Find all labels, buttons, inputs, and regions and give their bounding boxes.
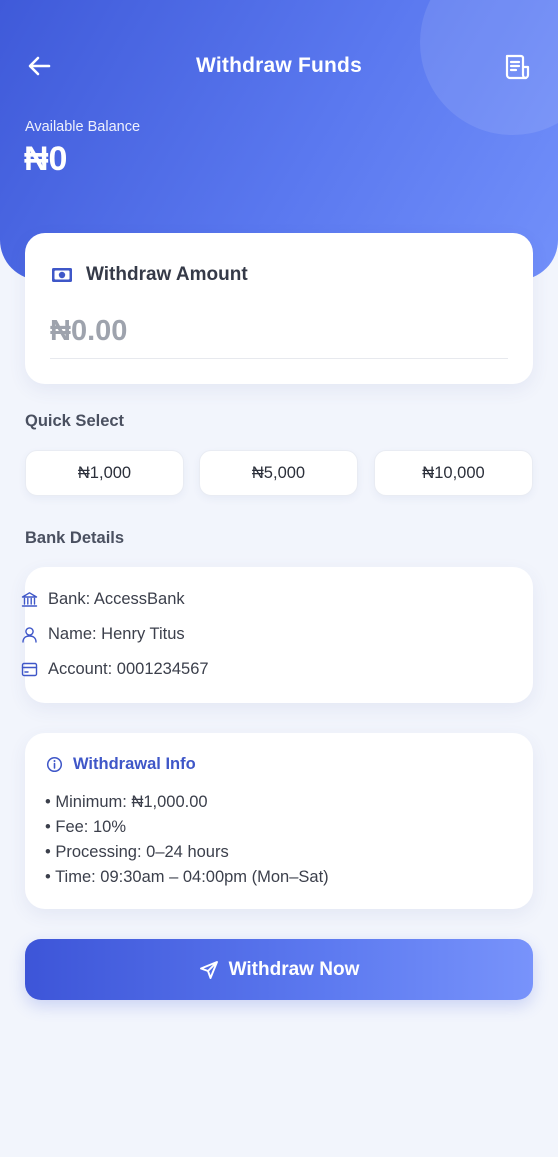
quick-select-5000[interactable]: ₦5,000 bbox=[199, 450, 358, 496]
quick-select-10000[interactable]: ₦10,000 bbox=[374, 450, 533, 496]
card-icon bbox=[21, 662, 38, 677]
bank-name-text: Bank: AccessBank bbox=[48, 590, 185, 608]
amount-label: Withdraw Amount bbox=[86, 264, 248, 285]
withdraw-now-label: Withdraw Now bbox=[228, 958, 360, 980]
page-title: Withdraw Funds bbox=[196, 54, 362, 77]
withdrawal-info-title: Withdrawal Info bbox=[73, 755, 196, 773]
user-icon bbox=[22, 627, 37, 643]
receipt-icon bbox=[505, 54, 530, 80]
send-icon bbox=[199, 960, 218, 979]
withdraw-funds-screen: Withdraw Funds Available Balance ₦0 With… bbox=[0, 0, 558, 1157]
info-processing: • Processing: 0–24 hours bbox=[45, 843, 229, 861]
info-icon bbox=[46, 756, 63, 773]
withdrawal-info-card: Withdrawal Info • Minimum: ₦1,000.00 • F… bbox=[25, 733, 533, 909]
withdrawal-info-header: Withdrawal Info bbox=[46, 755, 196, 774]
quick-select-1000[interactable]: ₦1,000 bbox=[25, 450, 184, 496]
balance-value: ₦0 bbox=[24, 140, 68, 178]
withdrawal-info-list: • Minimum: ₦1,000.00 • Fee: 10% • Proces… bbox=[45, 790, 329, 890]
account-holder-text: Name: Henry Titus bbox=[48, 625, 185, 643]
info-time: • Time: 09:30am – 04:00pm (Mon–Sat) bbox=[45, 868, 329, 886]
bank-icon bbox=[21, 592, 38, 607]
info-minimum: • Minimum: ₦1,000.00 bbox=[45, 793, 208, 811]
bank-details-title: Bank Details bbox=[25, 529, 125, 547]
history-button[interactable] bbox=[502, 52, 532, 82]
account-holder-row: Name: Henry Titus bbox=[21, 625, 185, 644]
quick-select-title: Quick Select bbox=[25, 412, 125, 430]
account-number-row: Account: 0001234567 bbox=[21, 660, 209, 679]
account-number-text: Account: 0001234567 bbox=[48, 660, 209, 678]
amount-input[interactable] bbox=[50, 305, 508, 357]
divider bbox=[50, 358, 508, 359]
info-fee: • Fee: 10% bbox=[45, 818, 126, 836]
bank-row: Bank: AccessBank bbox=[21, 590, 185, 609]
balance-label: Available Balance bbox=[25, 119, 141, 135]
withdraw-now-button[interactable]: Withdraw Now bbox=[25, 939, 533, 1000]
cash-icon bbox=[52, 268, 72, 282]
withdraw-amount-card: Withdraw Amount bbox=[25, 233, 533, 384]
